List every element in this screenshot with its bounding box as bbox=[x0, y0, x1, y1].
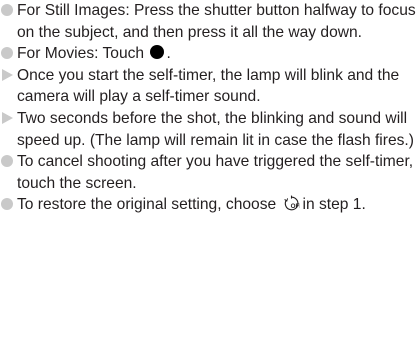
list-item-restore: To restore the original setting, choose … bbox=[0, 194, 418, 219]
arrow-marker-icon bbox=[1, 111, 13, 124]
list-item-self-timer-start: Once you start the self-timer, the lamp … bbox=[0, 65, 418, 108]
record-dot-icon bbox=[150, 45, 165, 60]
list-item-still-images: For Still Images: Press the shutter butt… bbox=[0, 0, 418, 43]
instruction-list: For Still Images: Press the shutter butt… bbox=[0, 0, 418, 219]
item-text-after: in step 1. bbox=[302, 196, 366, 214]
item-text: Once you start the self-timer, the lamp … bbox=[17, 66, 400, 106]
item-text: For Still Images: Press the shutter butt… bbox=[17, 2, 416, 41]
bullet-icon bbox=[1, 155, 13, 168]
item-text-after: . bbox=[166, 45, 171, 63]
self-timer-off-icon: OFF bbox=[283, 195, 303, 219]
bullet-icon bbox=[1, 47, 13, 60]
item-text: To cancel shooting after you have trigge… bbox=[17, 153, 414, 192]
list-item-cancel: To cancel shooting after you have trigge… bbox=[0, 151, 418, 194]
bullet-icon bbox=[1, 4, 13, 16]
item-text-before: For Movies: Touch bbox=[17, 45, 145, 63]
svg-text:OFF: OFF bbox=[290, 204, 299, 211]
list-item-two-seconds: Two seconds before the shot, the blinkin… bbox=[0, 108, 418, 151]
item-text: Two seconds before the shot, the blinkin… bbox=[17, 109, 414, 149]
item-text-before: To restore the original setting, choose bbox=[17, 196, 277, 214]
arrow-marker-icon bbox=[1, 68, 13, 81]
list-item-movies: For Movies: Touch . bbox=[0, 43, 418, 65]
bullet-icon bbox=[1, 198, 13, 211]
